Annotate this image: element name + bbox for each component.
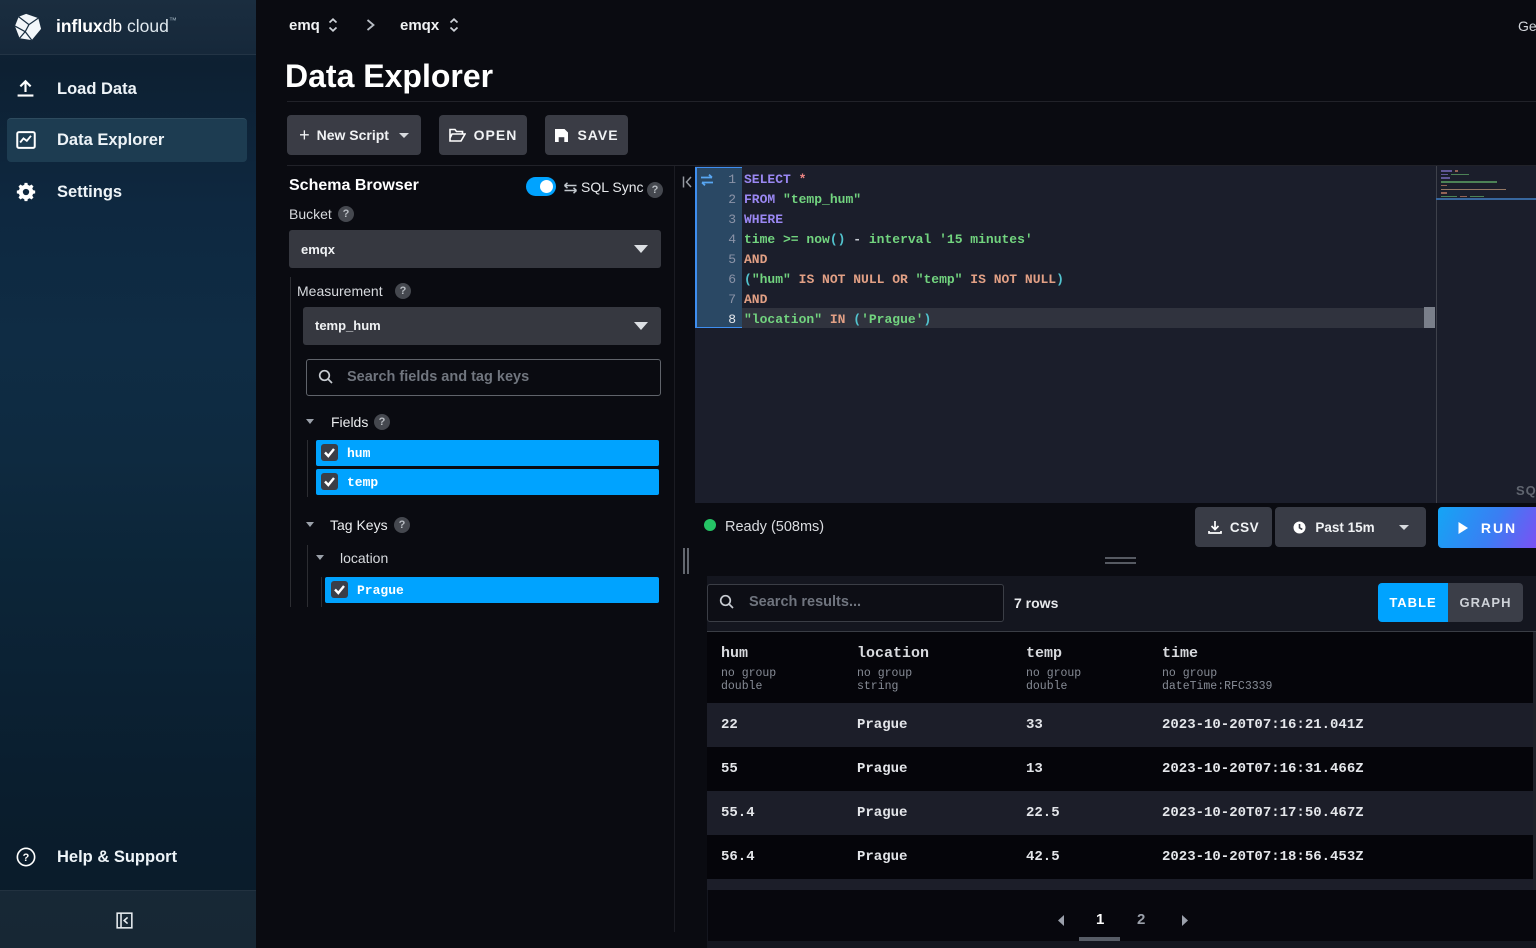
svg-text:?: ? bbox=[23, 852, 30, 864]
